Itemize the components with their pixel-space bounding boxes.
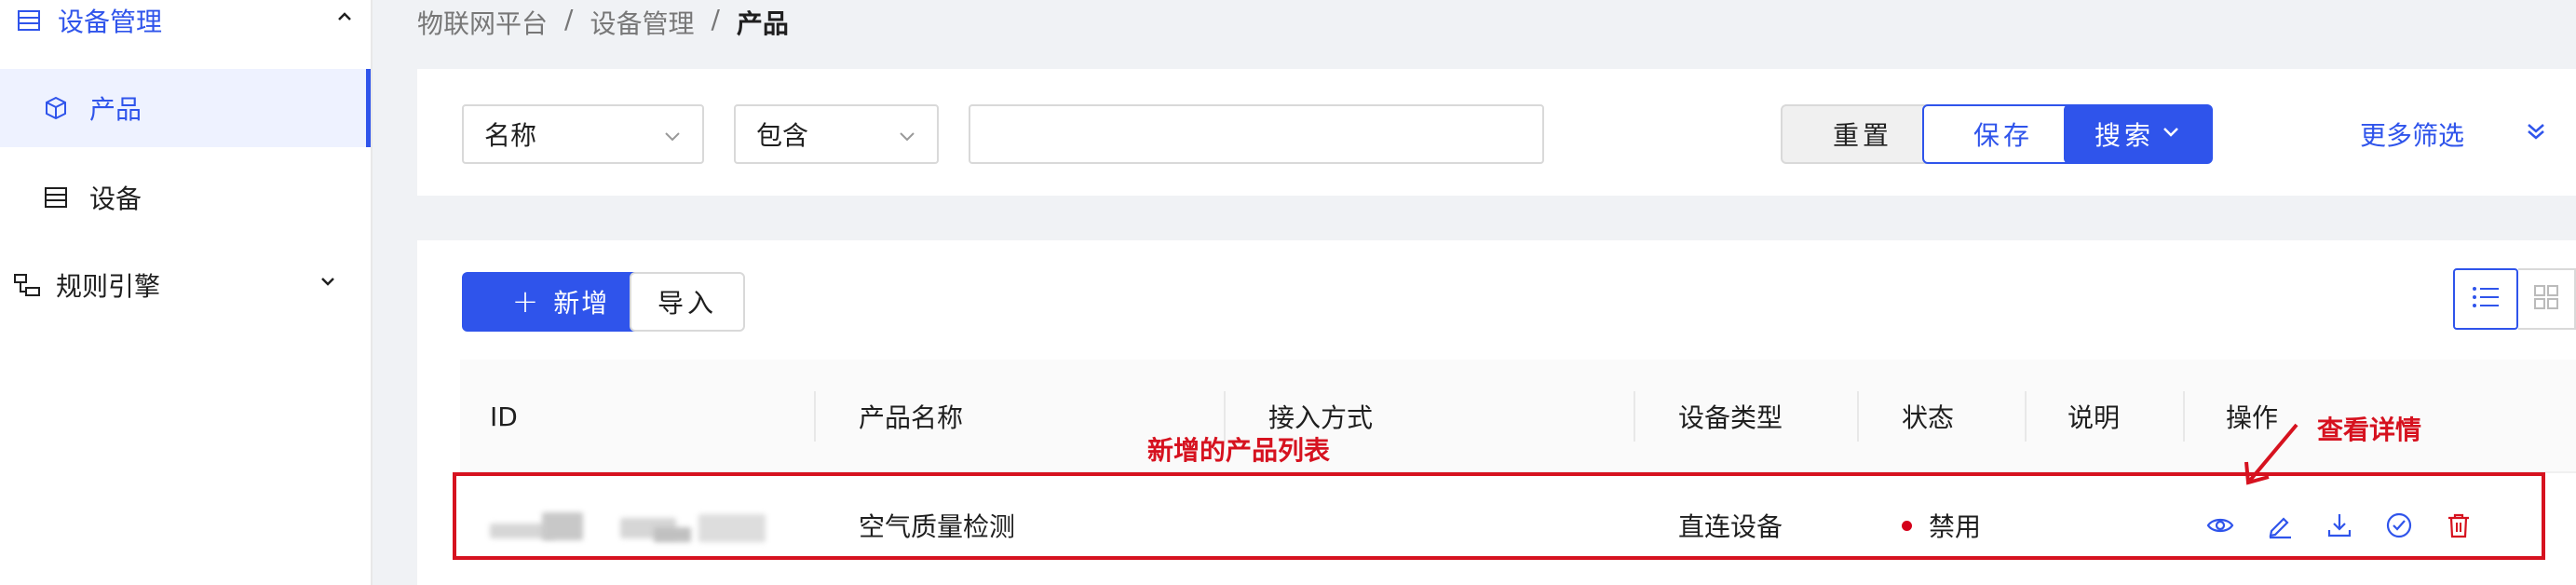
column-divider [814, 391, 816, 442]
save-button[interactable]: 保存 [1922, 104, 2084, 164]
delete-trash-icon[interactable] [2440, 507, 2477, 544]
column-divider [1634, 391, 1635, 442]
double-chevron-down-icon[interactable] [2522, 117, 2550, 149]
sidebar: 设备管理 产品 设备 规则引擎 [0, 0, 373, 585]
cube-icon [43, 95, 69, 121]
annotation-arrow-icon [2244, 423, 2298, 485]
cell-id [460, 473, 814, 578]
sidebar-item-label: 产品 [89, 94, 142, 125]
import-button[interactable]: 导入 [630, 272, 745, 332]
annotation-new-product-list: 新增的产品列表 [1147, 435, 1331, 466]
redacted-id-placeholder [490, 510, 779, 542]
plus-icon: + [511, 283, 541, 320]
list-view-toggle[interactable] [2453, 268, 2518, 330]
column-divider [2183, 391, 2185, 442]
annotation-view-detail: 查看详情 [2317, 415, 2422, 445]
flow-icon [13, 271, 41, 299]
filter-operator-select[interactable]: 包含 [734, 104, 939, 164]
status-dot-icon [1902, 520, 1912, 531]
sidebar-item-label: 设备 [89, 184, 142, 214]
server-icon [17, 8, 41, 33]
status-text: 禁用 [1929, 511, 1982, 542]
chevron-down-icon [896, 123, 918, 154]
server-icon [43, 184, 69, 211]
breadcrumb-level2[interactable]: 设备管理 [590, 4, 694, 41]
add-button-label: 新增 [553, 288, 610, 319]
list-icon [2471, 283, 2501, 315]
column-header-description: 说明 [2068, 402, 2121, 433]
chevron-down-icon [2160, 119, 2182, 150]
breadcrumb: 物联网平台 / 设备管理 / 产品 [417, 4, 789, 41]
product-list-card: + 新增 导入 ID 产品名称 接入方式 设备类型 状态 说明 操作 空气质量检… [417, 240, 2576, 585]
breadcrumb-current: 产品 [736, 8, 789, 39]
grid-view-toggle[interactable] [2518, 268, 2576, 330]
filter-field-value: 名称 [484, 120, 537, 151]
cell-description [2038, 473, 2068, 578]
enable-check-circle-icon[interactable] [2380, 507, 2418, 544]
sidebar-group-device-management[interactable]: 设备管理 [17, 0, 351, 41]
column-header-product-name: 产品名称 [859, 402, 964, 433]
grid-icon [2533, 284, 2559, 314]
sidebar-group-label: 设备管理 [58, 7, 163, 37]
sidebar-group-label: 规则引擎 [56, 271, 161, 302]
filter-panel: 名称 包含 重置 保存 搜索 更多筛选 [417, 69, 2576, 196]
sidebar-group-rules-engine[interactable]: 规则引擎 [13, 266, 334, 304]
sidebar-item-device[interactable]: 设备 [43, 179, 142, 216]
breadcrumb-separator: / [711, 4, 720, 34]
column-divider [1857, 391, 1859, 442]
column-divider [2025, 391, 2027, 442]
chevron-up-icon [332, 4, 358, 36]
view-detail-eye-icon[interactable] [2202, 507, 2239, 544]
filter-operator-value: 包含 [756, 120, 809, 151]
download-icon[interactable] [2321, 507, 2358, 544]
more-filter-link[interactable]: 更多筛选 [2360, 116, 2464, 153]
filter-field-select[interactable]: 名称 [462, 104, 704, 164]
search-button-label: 搜索 [2094, 120, 2154, 151]
filter-value-input[interactable] [969, 104, 1544, 164]
breadcrumb-separator: / [564, 4, 574, 34]
column-header-device-type: 设备类型 [1678, 402, 1783, 433]
sidebar-item-product[interactable]: 产品 [0, 69, 371, 147]
chevron-down-icon [315, 268, 341, 301]
column-header-id: ID [490, 401, 518, 432]
cell-status: 禁用 [1872, 473, 1981, 578]
cell-product-name: 空气质量检测 [859, 511, 1016, 542]
cell-access-method [1239, 473, 1268, 578]
cell-device-type: 直连设备 [1678, 511, 1783, 542]
edit-pencil-icon[interactable] [2261, 507, 2298, 544]
reset-button[interactable]: 重置 [1781, 104, 1945, 164]
breadcrumb-root[interactable]: 物联网平台 [417, 4, 548, 41]
search-button[interactable]: 搜索 [2064, 104, 2213, 164]
column-header-status: 状态 [1902, 402, 1955, 433]
chevron-down-icon [661, 123, 684, 154]
